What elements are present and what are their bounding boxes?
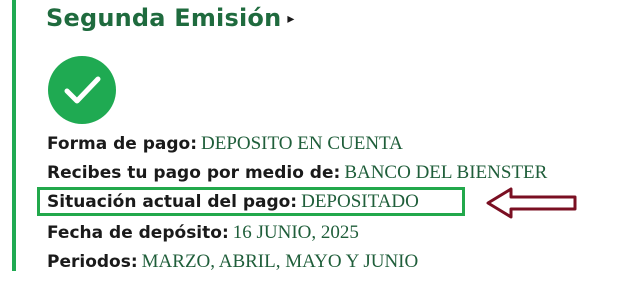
arrow-left-icon (486, 187, 577, 219)
payment-status-value: DEPOSITADO (301, 191, 419, 212)
payment-method-value: DEPOSITO EN CUENTA (201, 133, 403, 154)
check-circle-icon (48, 56, 116, 124)
bank-value: BANCO DEL BIENSTER (344, 162, 548, 183)
periods-label: Periodos: (47, 252, 138, 272)
detail-row-periods: Periodos: MARZO, ABRIL, MAYO Y JUNIO (47, 250, 418, 274)
section-title: Segunda Emisión ▸ (46, 4, 295, 32)
deposit-date-label: Fecha de depósito: (47, 223, 229, 243)
detail-row-payment-method: Forma de pago: DEPOSITO EN CUENTA (47, 132, 403, 156)
payment-method-label: Forma de pago: (47, 134, 197, 154)
triangle-right-icon: ▸ (287, 11, 295, 27)
deposit-date-value: 16 JUNIO, 2025 (232, 222, 359, 243)
section-accent-bar (12, 0, 16, 271)
periods-value: MARZO, ABRIL, MAYO Y JUNIO (141, 251, 419, 272)
detail-row-payment-status: Situación actual del pago: DEPOSITADO (47, 190, 419, 214)
payment-status-label: Situación actual del pago: (47, 192, 298, 212)
section-title-text: Segunda Emisión (46, 4, 282, 32)
detail-row-bank: Recibes tu pago por medio de: BANCO DEL … (47, 161, 547, 185)
detail-row-deposit-date: Fecha de depósito: 16 JUNIO, 2025 (47, 221, 359, 245)
bank-label: Recibes tu pago por medio de: (47, 163, 341, 183)
